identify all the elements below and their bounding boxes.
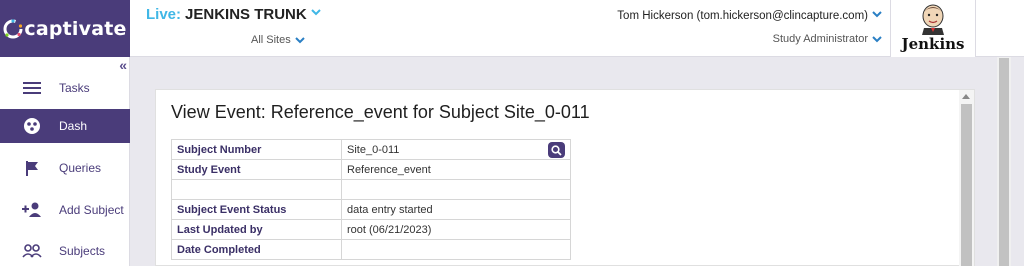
jenkins-label: Jenkins bbox=[901, 35, 965, 53]
role-menu[interactable]: Study Administrator bbox=[773, 33, 882, 45]
row-value: Reference_event bbox=[341, 159, 571, 180]
table-row: Study Event Reference_event bbox=[171, 159, 571, 180]
row-value: data entry started bbox=[341, 199, 571, 220]
top-header: Live: JENKINS TRUNK All Sites Tom Hicker… bbox=[130, 0, 1024, 57]
chevron-down-icon bbox=[310, 8, 321, 15]
search-icon bbox=[551, 144, 562, 156]
table-row: Subject Event Status data entry started bbox=[171, 199, 571, 220]
page-scrollbar[interactable] bbox=[997, 57, 1011, 266]
sidebar: « Tasks Dash Queries Add Subject Subject… bbox=[0, 57, 130, 266]
page-title: View Event: Reference_event for Subject … bbox=[171, 102, 590, 122]
table-row: Last Updated by root (06/21/2023) bbox=[171, 219, 571, 240]
chevron-down-icon bbox=[872, 11, 882, 18]
sidebar-item-add-subject[interactable]: Add Subject bbox=[0, 193, 130, 227]
subject-number-value: Site_0-011 bbox=[347, 143, 400, 156]
flag-icon bbox=[22, 158, 42, 178]
sidebar-item-label: Dash bbox=[59, 119, 88, 133]
chevron-down-icon bbox=[295, 37, 305, 44]
row-label: Subject Number bbox=[171, 139, 342, 160]
site-select-label: All Sites bbox=[251, 34, 291, 46]
table-row: Subject Number Site_0-011 bbox=[171, 139, 571, 160]
chevron-down-icon bbox=[872, 36, 882, 43]
sidebar-item-label: Subjects bbox=[59, 244, 106, 258]
event-details-table: Subject Number Site_0-011 Study Event Re… bbox=[171, 139, 571, 260]
row-value-cell: Site_0-011 bbox=[341, 139, 571, 160]
study-name: JENKINS TRUNK bbox=[185, 6, 307, 23]
captivate-logo-icon bbox=[3, 18, 23, 38]
logo-text: captivate bbox=[24, 17, 127, 40]
site-select[interactable]: All Sites bbox=[251, 34, 305, 46]
table-row: Date Completed bbox=[171, 239, 571, 260]
row-label: Subject Event Status bbox=[171, 199, 342, 220]
row-label bbox=[171, 179, 342, 200]
sidebar-item-label: Queries bbox=[59, 161, 102, 175]
logo-block[interactable]: captivate bbox=[0, 0, 130, 57]
row-label: Study Event bbox=[171, 159, 342, 180]
add-person-icon bbox=[22, 200, 42, 220]
user-name: Tom Hickerson (tom.hickerson@clincapture… bbox=[617, 10, 868, 22]
panel-scrollbar-thumb[interactable] bbox=[961, 104, 972, 266]
sidebar-item-label: Tasks bbox=[59, 81, 90, 95]
live-label: Live: bbox=[146, 6, 182, 23]
user-menu[interactable]: Tom Hickerson (tom.hickerson@clincapture… bbox=[617, 10, 882, 22]
sidebar-item-subjects[interactable]: Subjects bbox=[0, 234, 130, 266]
panel-scrollbar[interactable] bbox=[959, 90, 974, 266]
people-icon bbox=[22, 241, 42, 261]
sidebar-item-label: Add Subject bbox=[59, 203, 124, 217]
row-value bbox=[341, 179, 571, 200]
sidebar-item-queries[interactable]: Queries bbox=[0, 151, 130, 185]
user-role: Study Administrator bbox=[772, 33, 868, 45]
jenkins-butler-icon bbox=[922, 4, 944, 35]
page-scrollbar-thumb[interactable] bbox=[999, 58, 1009, 266]
jenkins-logo[interactable]: Jenkins bbox=[890, 0, 976, 57]
row-value bbox=[341, 239, 571, 260]
row-value: root (06/21/2023) bbox=[341, 219, 571, 240]
view-event-panel: View Event: Reference_event for Subject … bbox=[155, 89, 975, 266]
view-subject-button[interactable] bbox=[548, 142, 565, 158]
row-label: Last Updated by bbox=[171, 219, 342, 240]
row-label: Date Completed bbox=[171, 239, 342, 260]
table-row bbox=[171, 179, 571, 200]
captivate-logo: captivate bbox=[3, 18, 126, 40]
menu-icon bbox=[22, 78, 42, 98]
scroll-up-arrow-icon[interactable] bbox=[962, 94, 970, 99]
sidebar-item-tasks[interactable]: Tasks bbox=[0, 71, 130, 105]
dashboard-icon bbox=[22, 116, 42, 136]
sidebar-item-dash[interactable]: Dash bbox=[0, 109, 130, 143]
study-selector[interactable]: Live: JENKINS TRUNK bbox=[146, 6, 321, 23]
